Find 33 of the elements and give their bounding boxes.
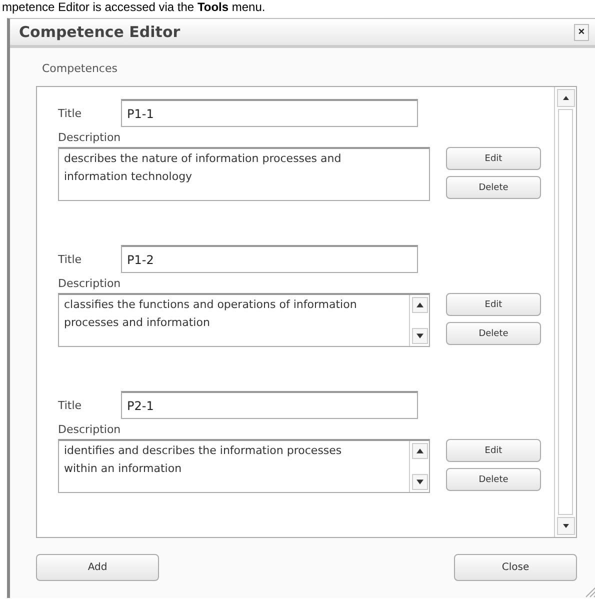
scroll-down-icon[interactable] [557, 517, 575, 535]
edit-button[interactable]: Edit [446, 147, 541, 170]
add-button[interactable]: Add [36, 554, 159, 581]
window-title: Competence Editor [19, 23, 180, 41]
section-label: Competences [42, 62, 118, 77]
title-field[interactable]: P2-1 [121, 391, 418, 419]
description-label: Description [58, 131, 122, 146]
title-field[interactable]: P1-1 [121, 99, 418, 127]
close-icon[interactable]: × [574, 24, 589, 40]
scrollbar[interactable] [554, 87, 576, 537]
title-field[interactable]: P1-2 [121, 245, 418, 273]
edit-button[interactable]: Edit [446, 439, 541, 462]
title-label: Title [58, 398, 83, 412]
description-label: Description [58, 423, 122, 438]
description-field[interactable]: classifies the functions and operations of information processes and information [58, 293, 430, 347]
scroll-up-icon[interactable] [412, 297, 428, 313]
delete-button[interactable]: Delete [446, 176, 541, 199]
description-field[interactable]: describes the nature of information processes and information technology [58, 147, 430, 201]
scroll-up-icon[interactable] [412, 443, 428, 459]
delete-button[interactable]: Delete [446, 322, 541, 345]
scrollbar[interactable] [409, 295, 429, 346]
caption-text: mpetence Editor is accessed via the Tools menu. [1, 0, 266, 14]
scroll-down-icon[interactable] [412, 474, 428, 490]
title-label: Title [58, 106, 83, 120]
edit-button[interactable]: Edit [446, 293, 541, 316]
close-button[interactable]: Close [454, 554, 577, 581]
scrollbar[interactable] [409, 441, 429, 492]
scroll-up-icon[interactable] [557, 89, 575, 107]
description-field[interactable]: identifies and describes the information processes within an information [58, 439, 430, 493]
title-label: Title [58, 252, 83, 266]
description-label: Description [58, 277, 122, 292]
delete-button[interactable]: Delete [446, 468, 541, 491]
scroll-down-icon[interactable] [412, 328, 428, 344]
